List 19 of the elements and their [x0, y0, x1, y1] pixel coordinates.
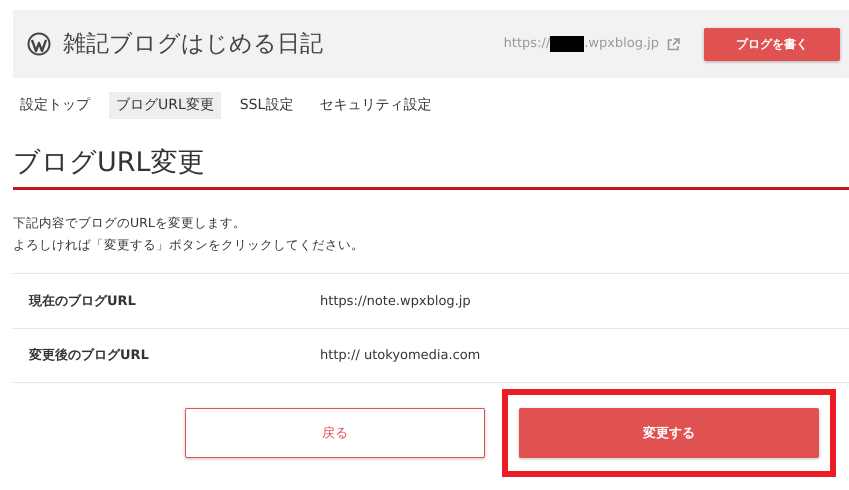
write-blog-button[interactable]: ブログを書く	[704, 28, 840, 60]
change-button[interactable]: 変更する	[519, 408, 819, 458]
nav-tab[interactable]: セキュリティ設定	[312, 92, 438, 119]
row-label: 変更後のブログURL	[29, 348, 149, 364]
nav-tab[interactable]: SSL設定	[232, 92, 300, 119]
back-button[interactable]: 戻る	[185, 408, 485, 458]
row-value: http:// utokyomedia.com	[320, 347, 480, 366]
nav-tab[interactable]: ブログURL変更	[109, 92, 221, 119]
nav-tab[interactable]: 設定トップ	[13, 92, 97, 119]
url-text: https://	[504, 35, 550, 54]
description-text: よろしければ「変更する」ボタンをクリックしてください。	[13, 236, 365, 254]
logo-icon	[27, 32, 51, 56]
url-text: .wpxblog.jp	[584, 35, 659, 54]
page-heading: ブログURL変更	[13, 147, 849, 190]
external-link-icon[interactable]	[667, 38, 680, 50]
row-label: 現在のブログURL	[29, 294, 136, 309]
row-value: https://note.wpxblog.jp	[320, 292, 471, 311]
site-title: 雑記ブログはじめる日記	[63, 30, 323, 59]
description-text: 下記内容でブログのURLを変更します。	[13, 214, 247, 232]
